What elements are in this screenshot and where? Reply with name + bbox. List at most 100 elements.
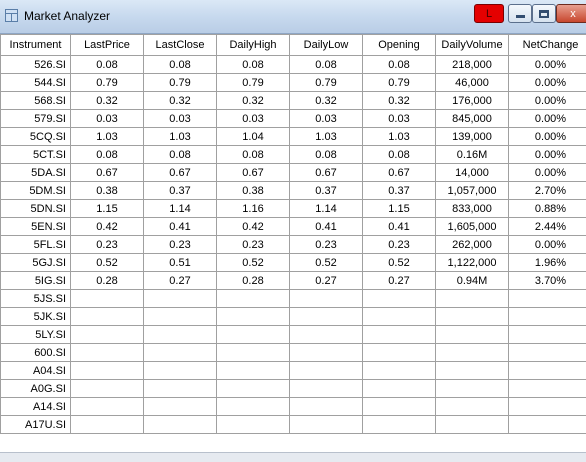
- cell-opening[interactable]: 1.15: [362, 199, 436, 218]
- cell-opening[interactable]: 0.23: [362, 235, 436, 254]
- cell-lastprice[interactable]: 0.23: [70, 235, 144, 254]
- cell-dailyhigh[interactable]: 0.03: [216, 109, 290, 128]
- cell-opening[interactable]: 0.27: [362, 271, 436, 290]
- cell-opening[interactable]: 1.03: [362, 127, 436, 146]
- table-row[interactable]: 5JS.SI: [0, 289, 586, 308]
- cell-dailylow[interactable]: [289, 361, 363, 380]
- cell-lastclose[interactable]: 0.27: [143, 271, 217, 290]
- instrument-cell[interactable]: 5DA.SI: [0, 163, 71, 182]
- cell-opening[interactable]: 0.79: [362, 73, 436, 92]
- cell-lastprice[interactable]: 0.42: [70, 217, 144, 236]
- cell-opening[interactable]: 0.03: [362, 109, 436, 128]
- cell-opening[interactable]: [362, 325, 436, 344]
- cell-dailyvolume[interactable]: 0.94M: [435, 271, 509, 290]
- cell-lastprice[interactable]: [70, 289, 144, 308]
- cell-lastclose[interactable]: 0.08: [143, 145, 217, 164]
- cell-dailyhigh[interactable]: 1.16: [216, 199, 290, 218]
- cell-lastprice[interactable]: 0.08: [70, 145, 144, 164]
- cell-lastprice[interactable]: [70, 361, 144, 380]
- column-header-instrument[interactable]: Instrument: [0, 34, 71, 56]
- instrument-cell[interactable]: 544.SI: [0, 73, 71, 92]
- cell-lastprice[interactable]: [70, 325, 144, 344]
- close-button[interactable]: x: [556, 4, 586, 23]
- cell-lastclose[interactable]: [143, 289, 217, 308]
- cell-netchange[interactable]: 3.70%: [508, 271, 586, 290]
- cell-dailyvolume[interactable]: 1,605,000: [435, 217, 509, 236]
- table-row[interactable]: 5CT.SI 0.08 0.08 0.08 0.08 0.08 0.16M 0.00%: [0, 145, 586, 164]
- cell-opening[interactable]: [362, 289, 436, 308]
- table-row[interactable]: 5FL.SI 0.23 0.23 0.23 0.23 0.23 262,000 0.00%: [0, 235, 586, 254]
- instrument-cell[interactable]: A0G.SI: [0, 379, 71, 398]
- cell-lastclose[interactable]: [143, 415, 217, 434]
- cell-dailylow[interactable]: 0.03: [289, 109, 363, 128]
- cell-lastclose[interactable]: 0.41: [143, 217, 217, 236]
- cell-netchange[interactable]: [508, 379, 586, 398]
- cell-dailyvolume[interactable]: [435, 415, 509, 434]
- cell-opening[interactable]: 0.67: [362, 163, 436, 182]
- cell-lastclose[interactable]: 0.32: [143, 91, 217, 110]
- cell-dailyvolume[interactable]: [435, 361, 509, 380]
- cell-dailyvolume[interactable]: 833,000: [435, 199, 509, 218]
- table-row[interactable]: 568.SI 0.32 0.32 0.32 0.32 0.32 176,000 0.00%: [0, 91, 586, 110]
- cell-lastprice[interactable]: 0.28: [70, 271, 144, 290]
- instrument-cell[interactable]: 600.SI: [0, 343, 71, 362]
- table-row[interactable]: 5EN.SI 0.42 0.41 0.42 0.41 0.41 1,605,000 2.44%: [0, 217, 586, 236]
- cell-dailyhigh[interactable]: 0.08: [216, 55, 290, 74]
- cell-lastprice[interactable]: 0.67: [70, 163, 144, 182]
- table-row[interactable]: 5DN.SI 1.15 1.14 1.16 1.14 1.15 833,000 0.88%: [0, 199, 586, 218]
- table-row[interactable]: 579.SI 0.03 0.03 0.03 0.03 0.03 845,000 0.00%: [0, 109, 586, 128]
- table-row[interactable]: 600.SI: [0, 343, 586, 362]
- table-row[interactable]: 5IG.SI 0.28 0.27 0.28 0.27 0.27 0.94M 3.70%: [0, 271, 586, 290]
- cell-dailylow[interactable]: [289, 343, 363, 362]
- column-header-dailylow[interactable]: DailyLow: [289, 34, 363, 56]
- cell-lastprice[interactable]: 0.79: [70, 73, 144, 92]
- cell-opening[interactable]: 0.52: [362, 253, 436, 272]
- instrument-cell[interactable]: 5CT.SI: [0, 145, 71, 164]
- cell-dailyhigh[interactable]: 0.79: [216, 73, 290, 92]
- cell-dailyhigh[interactable]: 0.67: [216, 163, 290, 182]
- cell-lastclose[interactable]: 1.14: [143, 199, 217, 218]
- instrument-cell[interactable]: 526.SI: [0, 55, 71, 74]
- cell-lastclose[interactable]: 0.79: [143, 73, 217, 92]
- column-header-netchange[interactable]: NetChange: [508, 34, 586, 56]
- cell-dailyvolume[interactable]: 845,000: [435, 109, 509, 128]
- cell-dailyhigh[interactable]: [216, 415, 290, 434]
- cell-opening[interactable]: 0.08: [362, 55, 436, 74]
- cell-dailyvolume[interactable]: [435, 289, 509, 308]
- cell-dailyhigh[interactable]: [216, 361, 290, 380]
- table-row[interactable]: 526.SI 0.08 0.08 0.08 0.08 0.08 218,000 0.00%: [0, 55, 586, 74]
- table-row[interactable]: A04.SI: [0, 361, 586, 380]
- cell-dailyvolume[interactable]: 46,000: [435, 73, 509, 92]
- cell-dailyvolume[interactable]: 0.16M: [435, 145, 509, 164]
- cell-dailyhigh[interactable]: 0.28: [216, 271, 290, 290]
- cell-lastprice[interactable]: 1.15: [70, 199, 144, 218]
- cell-dailylow[interactable]: [289, 325, 363, 344]
- cell-opening[interactable]: [362, 307, 436, 326]
- column-header-dailyvolume[interactable]: DailyVolume: [435, 34, 509, 56]
- cell-dailyhigh[interactable]: 1.04: [216, 127, 290, 146]
- cell-dailyvolume[interactable]: 14,000: [435, 163, 509, 182]
- minimize-button[interactable]: [508, 4, 532, 23]
- cell-opening[interactable]: [362, 379, 436, 398]
- instrument-cell[interactable]: 5FL.SI: [0, 235, 71, 254]
- cell-lastprice[interactable]: [70, 397, 144, 416]
- cell-dailylow[interactable]: 0.52: [289, 253, 363, 272]
- cell-dailylow[interactable]: [289, 397, 363, 416]
- cell-dailyvolume[interactable]: [435, 343, 509, 362]
- cell-dailylow[interactable]: [289, 289, 363, 308]
- cell-lastclose[interactable]: 1.03: [143, 127, 217, 146]
- table-row[interactable]: 5DM.SI 0.38 0.37 0.38 0.37 0.37 1,057,000 2.70%: [0, 181, 586, 200]
- cell-opening[interactable]: [362, 343, 436, 362]
- cell-dailylow[interactable]: 1.14: [289, 199, 363, 218]
- instrument-cell[interactable]: A14.SI: [0, 397, 71, 416]
- title-bar[interactable]: Market Analyzer L x: [0, 0, 586, 34]
- table-row[interactable]: A14.SI: [0, 397, 586, 416]
- cell-dailylow[interactable]: 0.08: [289, 55, 363, 74]
- cell-lastprice[interactable]: 0.38: [70, 181, 144, 200]
- cell-dailyvolume[interactable]: 1,122,000: [435, 253, 509, 272]
- maximize-button[interactable]: [532, 4, 556, 23]
- cell-dailylow[interactable]: 0.23: [289, 235, 363, 254]
- cell-dailylow[interactable]: 0.41: [289, 217, 363, 236]
- cell-dailyvolume[interactable]: 218,000: [435, 55, 509, 74]
- cell-netchange[interactable]: [508, 307, 586, 326]
